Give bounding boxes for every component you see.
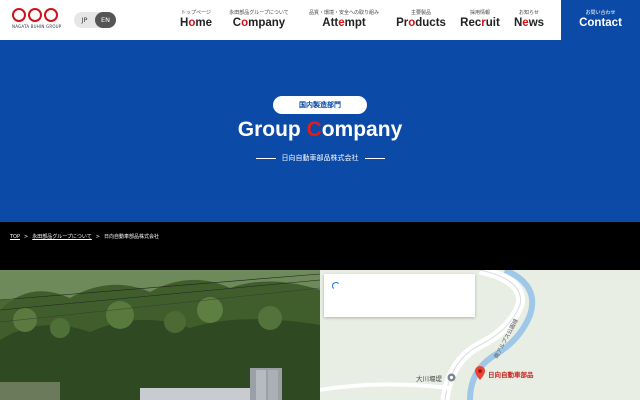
dam-marker-icon[interactable] — [447, 373, 456, 382]
map-info-card[interactable] — [324, 274, 475, 317]
nav-company-label: Company — [232, 17, 286, 29]
site-header: NAGATA BUHIN GROUP JP EN トップページ Home 永田部… — [0, 0, 640, 40]
contact-sub: お問い合わせ — [585, 10, 616, 16]
nav-products-label: Products — [396, 17, 446, 29]
contact-button[interactable]: お問い合わせ Contact — [561, 0, 640, 40]
nav-attempt-sub: 品質・環境・安全への取り組み — [308, 10, 379, 16]
nav-recruit[interactable]: 採用情報 Recruit — [458, 0, 502, 40]
nav-company[interactable]: 永田部品グループについて Company — [225, 0, 293, 40]
nav-news-sub: お知らせ — [519, 10, 539, 16]
nav-home-label: Home — [180, 17, 212, 29]
page-title: Group Company — [237, 118, 403, 141]
nav-news-label: News — [513, 17, 545, 29]
breadcrumb: TOP > 永田部品グループについて > 日向自動車部品株式会社 — [10, 233, 159, 240]
nav-home[interactable]: トップページ Home — [176, 0, 216, 40]
nav-home-sub: トップページ — [181, 10, 211, 16]
language-switcher: JP EN — [74, 12, 116, 28]
breadcrumb-bar: TOP > 永田部品グループについて > 日向自動車部品株式会社 — [0, 222, 640, 270]
location-map[interactable]: 南アルプス公園線 大川堰堤 日向自動車部品 — [320, 270, 640, 400]
nav-company-sub: 永田部品グループについて — [229, 10, 289, 16]
dam-label: 大川堰堤 — [416, 375, 442, 383]
contact-label: Contact — [579, 17, 622, 29]
nav-news[interactable]: お知らせ News — [510, 0, 548, 40]
company-logo[interactable]: NAGATA BUHIN GROUP — [12, 8, 64, 34]
nav-recruit-label: Recruit — [460, 17, 500, 29]
nav-products-sub: 主要製品 — [410, 10, 431, 16]
logo-mark — [12, 8, 64, 22]
breadcrumb-current: 日向自動車部品株式会社 — [103, 234, 159, 240]
subtitle-rule-right — [364, 157, 385, 159]
subtitle-rule-left — [255, 157, 276, 159]
lang-en-button[interactable]: EN — [95, 12, 116, 28]
loading-spinner-icon — [332, 282, 340, 290]
nav-products[interactable]: 主要製品 Products — [394, 0, 448, 40]
subtitle-text: 日向自動車部品株式会社 — [281, 154, 359, 162]
breadcrumb-top-link[interactable]: TOP — [10, 234, 20, 240]
page-subtitle: 日向自動車部品株式会社 — [0, 153, 640, 163]
location-pin-icon[interactable] — [475, 366, 485, 380]
hero-section: 国内製造部門 Group Company 日向自動車部品株式会社 — [0, 40, 640, 222]
breadcrumb-separator: > — [95, 234, 100, 240]
breadcrumb-company-link[interactable]: 永田部品グループについて — [32, 234, 92, 240]
nav-attempt-label: Attempt — [322, 17, 366, 29]
lang-jp-button[interactable]: JP — [74, 12, 95, 28]
breadcrumb-separator: > — [24, 234, 29, 240]
nav-recruit-sub: 採用情報 — [469, 10, 490, 16]
place-label: 日向自動車部品 — [488, 371, 534, 379]
nav-attempt[interactable]: 品質・環境・安全への取り組み Attempt — [304, 0, 384, 40]
logo-text: NAGATA BUHIN GROUP — [12, 24, 62, 29]
factory-photo — [0, 270, 320, 400]
category-pill: 国内製造部門 — [273, 96, 367, 114]
